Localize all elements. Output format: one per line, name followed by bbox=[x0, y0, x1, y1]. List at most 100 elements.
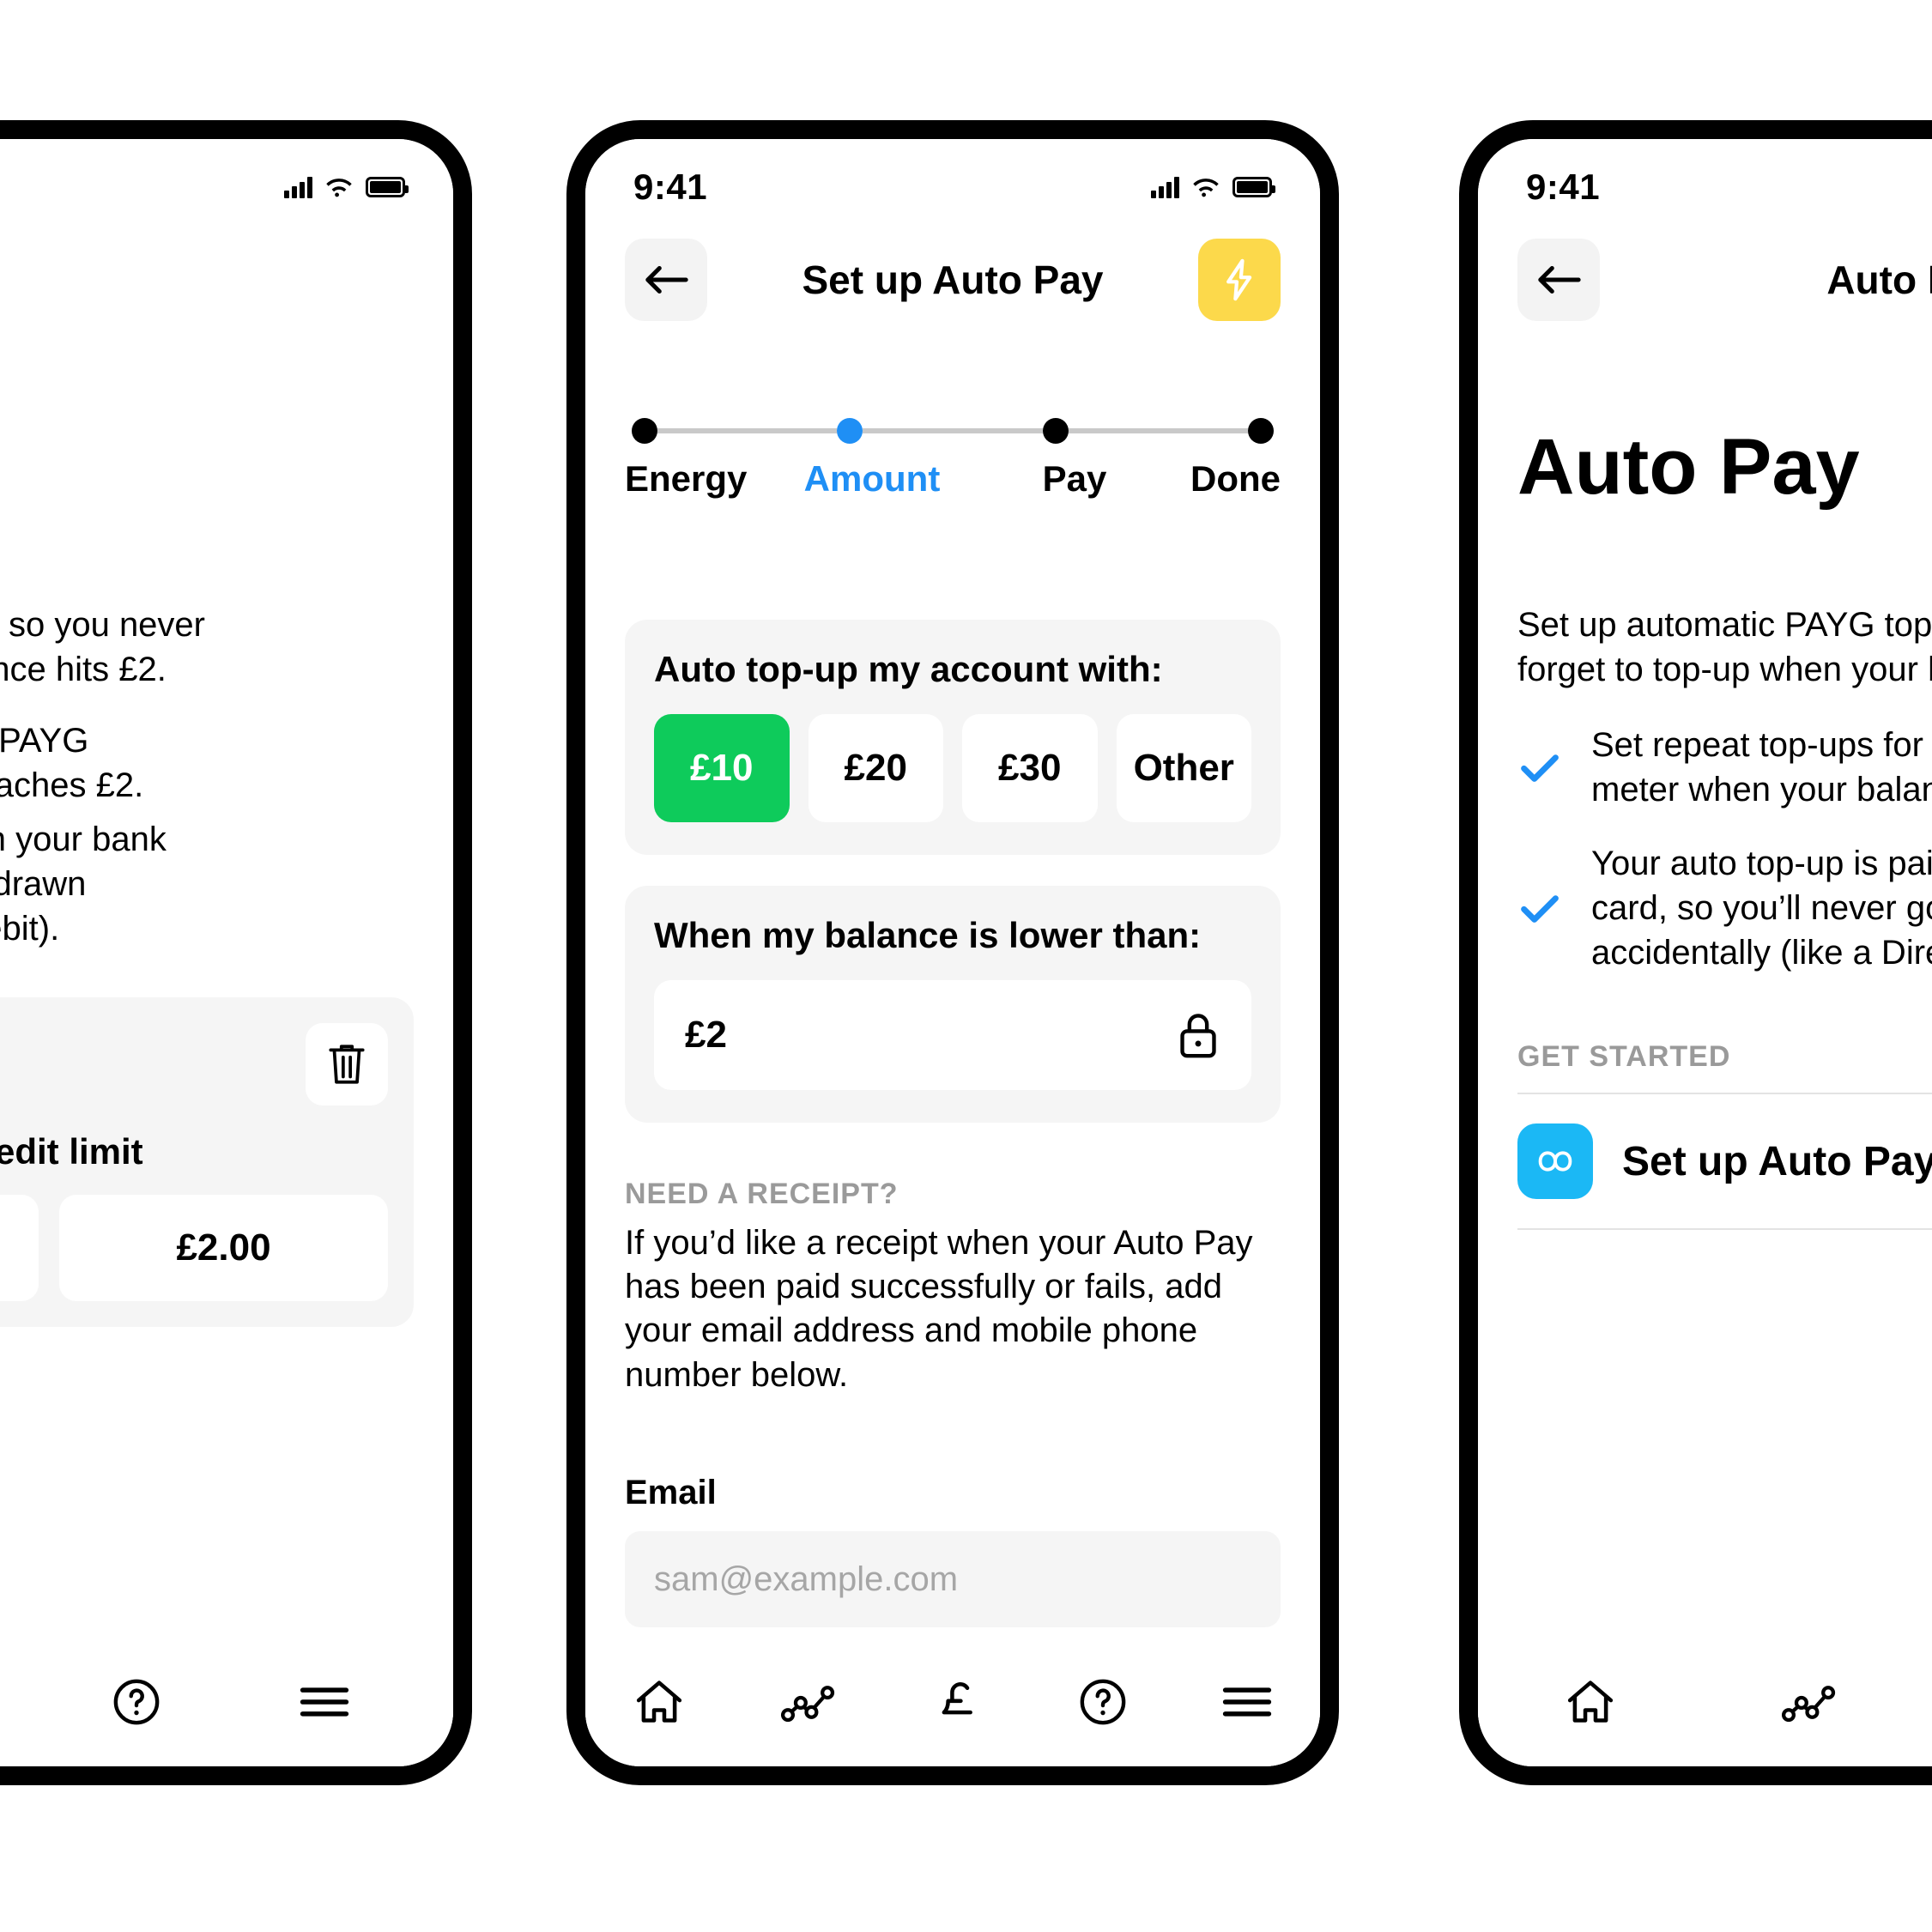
step-dot-pay[interactable] bbox=[1042, 418, 1069, 444]
tab-home-mid[interactable] bbox=[633, 1677, 686, 1727]
stepper-labels: Energy Amount Pay Done bbox=[625, 458, 1281, 500]
tab-pay-mid[interactable] bbox=[935, 1675, 984, 1729]
status-time-mid: 9:41 bbox=[633, 167, 708, 207]
left-paragraph-1: c PAYG top-ups so you never when your ba… bbox=[0, 603, 414, 692]
receipt-body: If you’d like a receipt when your Auto P… bbox=[625, 1224, 1253, 1394]
status-bar-mid: 9:41 bbox=[585, 161, 1320, 213]
benefit-1-line-2: card, so you’ll never go ov bbox=[1591, 889, 1932, 927]
tab-menu-left[interactable] bbox=[299, 1683, 350, 1721]
usage-graph-icon bbox=[1781, 1686, 1836, 1723]
amount-option-30[interactable]: £30 bbox=[962, 714, 1098, 822]
intro-line-2: forget to top-up when your b bbox=[1517, 651, 1932, 688]
back-button-right[interactable] bbox=[1517, 239, 1600, 321]
limit-box-hidden[interactable] bbox=[0, 1195, 39, 1301]
tab-usage-right[interactable] bbox=[1780, 1680, 1842, 1724]
step-label-done: Done bbox=[1190, 458, 1281, 499]
left-paragraph-3: o-up is paid with your bank ll never go … bbox=[0, 817, 414, 951]
left-p3-l3: (like a Direct Debit). bbox=[0, 910, 60, 948]
cellular-bars-icon bbox=[1151, 176, 1179, 198]
tab-help-mid[interactable] bbox=[1078, 1677, 1128, 1727]
amount-option-10[interactable]: £10 bbox=[654, 714, 790, 822]
benefit-item: Your auto top-up is paid card, so you’ll… bbox=[1517, 841, 1932, 975]
energy-action-button[interactable] bbox=[1198, 239, 1281, 321]
email-field-group: Email bbox=[625, 1474, 1281, 1627]
list-item-setup-auto-pay[interactable]: Set up Auto Pay bbox=[1517, 1094, 1932, 1228]
hamburger-menu-icon bbox=[1223, 1687, 1272, 1717]
benefit-1-line-1: Your auto top-up is paid bbox=[1591, 845, 1932, 882]
status-bar-right: 9:41 bbox=[1478, 161, 1932, 213]
delete-button[interactable] bbox=[306, 1023, 388, 1105]
status-icons-mid bbox=[1151, 176, 1275, 198]
help-circle-icon bbox=[113, 1679, 160, 1725]
home-icon bbox=[636, 1681, 681, 1723]
receipt-section: NEED A RECEIPT? If you’d like a receipt … bbox=[625, 1178, 1281, 1397]
trash-icon bbox=[329, 1045, 365, 1084]
topup-card-title: Auto top-up my account with: bbox=[654, 649, 1163, 689]
infinity-icon bbox=[1517, 1123, 1593, 1199]
wifi-icon bbox=[1193, 179, 1219, 197]
tab-menu-mid[interactable] bbox=[1221, 1683, 1273, 1721]
benefits-list: Set repeat top-ups for yo meter when you… bbox=[1517, 723, 1932, 1004]
tab-usage-mid[interactable] bbox=[779, 1680, 841, 1724]
usage-graph-icon bbox=[780, 1686, 834, 1723]
tab-bar-right bbox=[1478, 1638, 1932, 1766]
lightning-bolt-icon bbox=[1226, 258, 1252, 301]
amount-option-other[interactable]: Other bbox=[1116, 714, 1251, 822]
page-title-mid: Set up Auto Pay bbox=[802, 257, 1104, 302]
balance-threshold-card: When my balance is lower than: £2 bbox=[625, 886, 1281, 1123]
left-p3-l1: o-up is paid with your bank bbox=[0, 821, 167, 858]
threshold-value: £2 bbox=[685, 1014, 727, 1056]
left-p1-l1: c PAYG top-ups so you never bbox=[0, 606, 205, 644]
amount-option-20[interactable]: £20 bbox=[808, 714, 943, 822]
credit-limit-label: Credit limit bbox=[0, 1131, 143, 1172]
stepper-track bbox=[625, 415, 1281, 446]
threshold-card-title: When my balance is lower than: bbox=[654, 915, 1202, 955]
infinity-glyph bbox=[1538, 1151, 1572, 1172]
progress-stepper: Energy Amount Pay Done bbox=[625, 415, 1281, 500]
left-p1-l2: when your balance hits £2. bbox=[0, 651, 167, 688]
screenshot-canvas: Auto Pay c PAYG top-ups so you never whe… bbox=[0, 0, 1932, 1932]
tab-help-left[interactable] bbox=[112, 1677, 161, 1727]
tab-bar-mid bbox=[585, 1638, 1320, 1766]
intro-line-1: Set up automatic PAYG top-u bbox=[1517, 606, 1932, 644]
status-time-right: 9:41 bbox=[1526, 167, 1601, 207]
email-label: Email bbox=[625, 1474, 717, 1511]
cellular-bars-icon bbox=[284, 176, 312, 198]
phone-left: Auto Pay c PAYG top-ups so you never whe… bbox=[0, 120, 472, 1785]
step-line-3 bbox=[1068, 428, 1248, 433]
step-dot-amount[interactable] bbox=[837, 418, 863, 444]
home-icon bbox=[1567, 1681, 1614, 1723]
hamburger-menu-icon bbox=[300, 1687, 349, 1717]
threshold-value-field[interactable]: £2 bbox=[654, 980, 1251, 1090]
nav-bar-left: Auto Pay bbox=[0, 235, 453, 324]
benefit-0-line-1: Set repeat top-ups for yo bbox=[1591, 726, 1932, 764]
left-paragraph-2: op-ups for your PAYG your balance reache… bbox=[0, 718, 414, 808]
hero-title-right: Auto Pay bbox=[1517, 423, 1860, 511]
step-dot-done[interactable] bbox=[1247, 418, 1274, 444]
list-divider-bottom bbox=[1517, 1228, 1932, 1230]
topup-amount-card: Auto top-up my account with: £10 £20 £30… bbox=[625, 620, 1281, 855]
battery-icon bbox=[366, 177, 409, 197]
tab-home-right[interactable] bbox=[1564, 1677, 1617, 1727]
nav-bar-mid: Set up Auto Pay bbox=[585, 235, 1320, 324]
benefit-0-line-2: meter when your balance bbox=[1591, 771, 1932, 809]
intro-paragraph-right: Set up automatic PAYG top-u forget to to… bbox=[1517, 603, 1932, 692]
status-bar-left bbox=[0, 161, 453, 213]
left-p2-l1: op-ups for your PAYG bbox=[0, 722, 89, 760]
step-dot-energy[interactable] bbox=[632, 418, 657, 444]
left-p3-l2: ll never go overdrawn bbox=[0, 865, 87, 903]
receipt-overline: NEED A RECEIPT? bbox=[625, 1178, 899, 1210]
screen-right: 9:41 Auto Pay Auto Pay Set up automatic … bbox=[1478, 139, 1932, 1766]
page-title-left: Auto Pay bbox=[0, 257, 414, 303]
email-input[interactable] bbox=[625, 1531, 1281, 1627]
tab-bar-left bbox=[0, 1638, 453, 1766]
back-arrow-icon bbox=[645, 265, 688, 294]
wifi-icon bbox=[326, 179, 352, 197]
page-title-right: Auto Pay bbox=[1826, 257, 1932, 302]
back-button[interactable] bbox=[625, 239, 707, 321]
credit-limit-value[interactable]: £2.00 bbox=[59, 1195, 388, 1301]
credit-limit-card: Credit limit £2.00 bbox=[0, 997, 414, 1327]
get-started-overline: GET STARTED bbox=[1517, 1040, 1731, 1073]
get-started-section: GET STARTED Set up Auto Pay bbox=[1517, 1040, 1932, 1230]
help-circle-icon bbox=[1080, 1679, 1126, 1725]
